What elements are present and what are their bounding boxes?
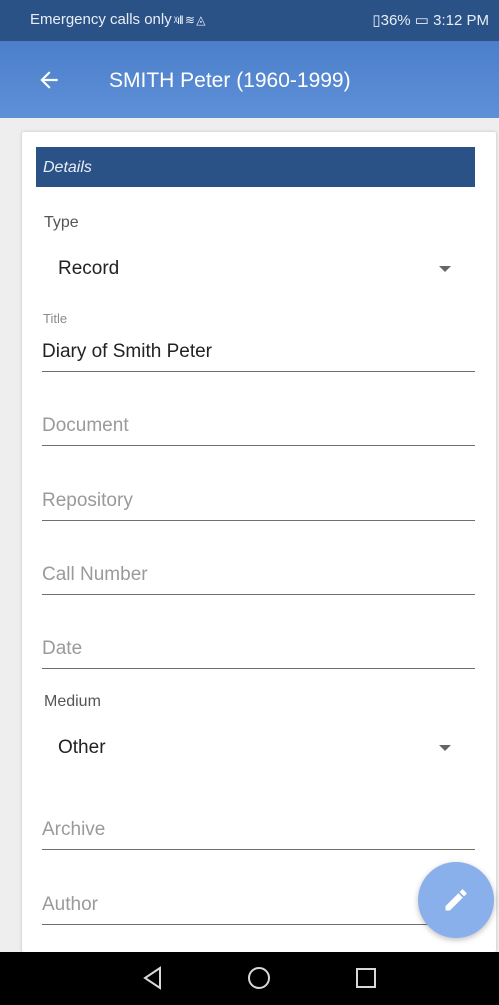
status-right: ▯36% ▭ 3:12 PM	[372, 12, 489, 29]
repository-placeholder: Repository	[42, 490, 133, 511]
carrier-text: Emergency calls only	[30, 11, 172, 28]
type-value: Record	[58, 258, 120, 279]
details-section-header: Details	[36, 147, 475, 187]
title-value: Diary of Smith Peter	[42, 341, 212, 362]
document-field[interactable]: Document	[42, 405, 475, 446]
app-bar: SMITH Peter (1960-1999)	[0, 41, 499, 118]
status-bar: Emergency calls only ᵡıll ≋ ◬ ▯36% ▭ 3:12…	[0, 0, 499, 41]
type-select[interactable]: Record	[42, 248, 475, 288]
medium-label: Medium	[44, 693, 101, 710]
navigation-bar	[0, 952, 499, 1005]
repository-field[interactable]: Repository	[42, 480, 475, 521]
archive-field[interactable]: Archive	[42, 809, 475, 850]
author-field[interactable]: Author	[42, 884, 475, 925]
pencil-icon	[445, 889, 467, 911]
back-triangle-icon[interactable]	[140, 965, 166, 991]
home-circle-icon[interactable]	[246, 965, 272, 991]
call-number-field[interactable]: Call Number	[42, 554, 475, 595]
author-placeholder: Author	[42, 894, 98, 915]
page-title: SMITH Peter (1960-1999)	[109, 69, 351, 92]
medium-value: Other	[58, 737, 106, 758]
edit-fab-button[interactable]	[418, 862, 494, 938]
title-field[interactable]: Diary of Smith Peter	[42, 331, 475, 372]
section-title: Details	[43, 159, 92, 176]
title-label: Title	[43, 311, 68, 326]
arrow-left-icon[interactable]	[36, 67, 62, 93]
type-label: Type	[44, 214, 79, 231]
dropdown-arrow-icon	[439, 745, 451, 751]
recents-square-icon[interactable]	[353, 965, 379, 991]
date-placeholder: Date	[42, 638, 83, 659]
dropdown-arrow-icon	[439, 266, 451, 272]
date-field[interactable]: Date	[42, 628, 475, 669]
archive-placeholder: Archive	[42, 819, 106, 840]
call-number-placeholder: Call Number	[42, 564, 148, 585]
signal-icons: ᵡıll ≋ ◬	[173, 13, 206, 27]
document-placeholder: Document	[42, 415, 129, 436]
status-left: Emergency calls only ᵡıll ≋ ◬	[30, 11, 206, 28]
medium-select[interactable]: Other	[42, 727, 475, 767]
